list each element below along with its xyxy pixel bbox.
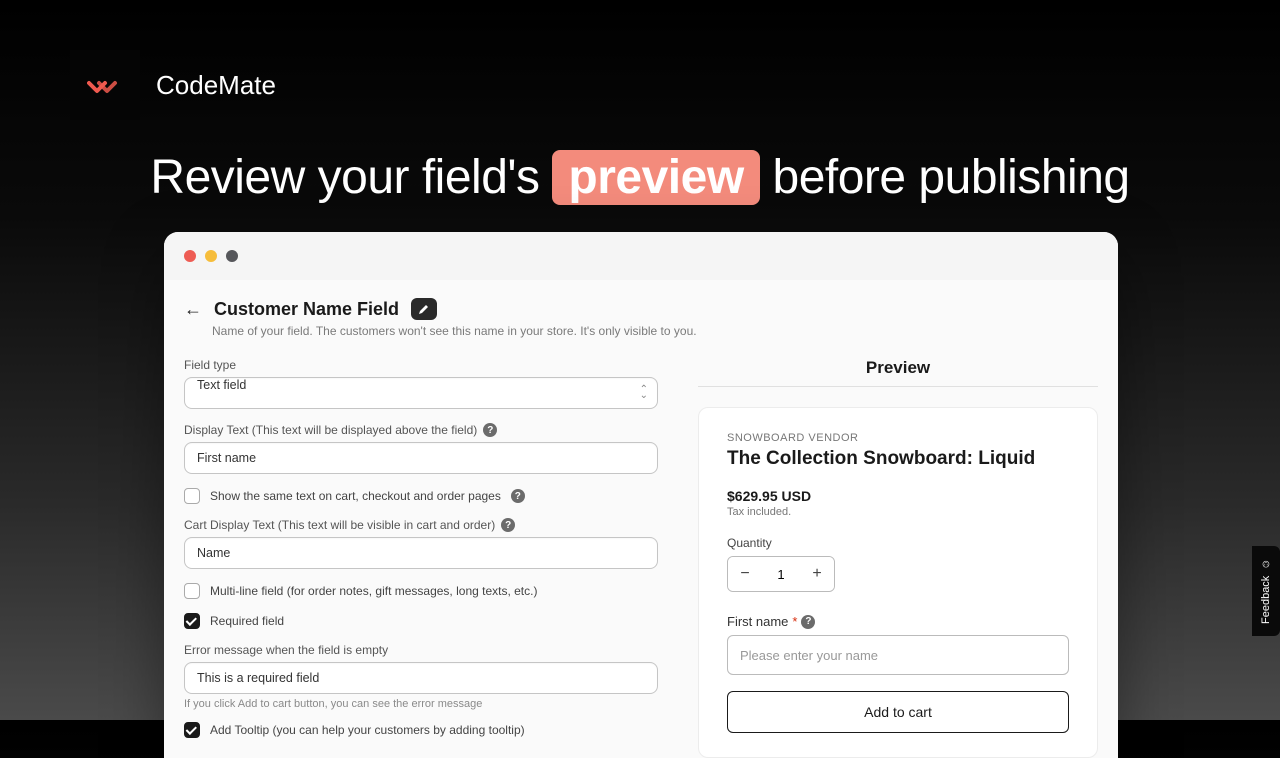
help-icon[interactable]: ? bbox=[801, 615, 815, 629]
window-minimize-dot[interactable] bbox=[205, 250, 217, 262]
same-text-checkbox-row[interactable]: Show the same text on cart, checkout and… bbox=[184, 488, 658, 504]
preview-heading: Preview bbox=[698, 358, 1098, 378]
window-titlebar bbox=[164, 232, 1118, 280]
page-title: Customer Name Field bbox=[214, 299, 399, 320]
preview-name-input[interactable] bbox=[727, 635, 1069, 675]
multiline-checkbox-row[interactable]: Multi-line field (for order notes, gift … bbox=[184, 583, 658, 599]
brand-logo bbox=[70, 50, 140, 120]
add-to-cart-button[interactable]: Add to cart bbox=[727, 691, 1069, 733]
product-price: $629.95 USD bbox=[727, 488, 1069, 504]
logo-icon bbox=[87, 73, 123, 97]
edit-title-button[interactable] bbox=[411, 298, 437, 320]
product-title: The Collection Snowboard: Liquid bbox=[727, 448, 1069, 470]
help-icon[interactable]: ? bbox=[501, 518, 515, 532]
checkbox-unchecked[interactable] bbox=[184, 583, 200, 599]
marketing-headline: Review your field's preview before publi… bbox=[0, 150, 1280, 205]
tax-note: Tax included. bbox=[727, 506, 1069, 518]
cart-display-label: Cart Display Text (This text will be vis… bbox=[184, 518, 658, 532]
help-icon[interactable]: ? bbox=[483, 423, 497, 437]
preview-field-label: First name* ? bbox=[727, 614, 1069, 629]
required-star: * bbox=[792, 614, 797, 629]
select-caret-icon: ⌃⌄ bbox=[640, 387, 648, 399]
display-text-label: Display Text (This text will be displaye… bbox=[184, 423, 658, 437]
checkbox-checked[interactable] bbox=[184, 722, 200, 738]
pencil-icon bbox=[418, 303, 430, 315]
cart-display-input[interactable] bbox=[184, 537, 658, 569]
window-zoom-dot[interactable] bbox=[226, 250, 238, 262]
display-text-input[interactable] bbox=[184, 442, 658, 474]
feedback-icon: ☺ bbox=[1260, 558, 1272, 570]
error-message-input[interactable] bbox=[184, 662, 658, 694]
help-icon[interactable]: ? bbox=[511, 489, 525, 503]
tooltip-checkbox-row[interactable]: Add Tooltip (you can help your customers… bbox=[184, 722, 658, 738]
checkbox-unchecked[interactable] bbox=[184, 488, 200, 504]
brand-name: CodeMate bbox=[156, 70, 276, 101]
quantity-stepper: − 1 + bbox=[727, 556, 835, 592]
field-type-select[interactable]: Text field bbox=[184, 377, 658, 409]
quantity-decrease-button[interactable]: − bbox=[728, 557, 762, 591]
window-close-dot[interactable] bbox=[184, 250, 196, 262]
checkbox-checked[interactable] bbox=[184, 613, 200, 629]
quantity-value: 1 bbox=[762, 557, 800, 591]
quantity-increase-button[interactable]: + bbox=[800, 557, 834, 591]
product-vendor: SNOWBOARD VENDOR bbox=[727, 432, 1069, 444]
preview-card: SNOWBOARD VENDOR The Collection Snowboar… bbox=[698, 407, 1098, 758]
error-helper-text: If you click Add to cart button, you can… bbox=[184, 698, 658, 710]
quantity-label: Quantity bbox=[727, 536, 1069, 550]
divider bbox=[698, 386, 1098, 387]
error-message-label: Error message when the field is empty bbox=[184, 643, 658, 657]
field-type-label: Field type bbox=[184, 358, 658, 372]
feedback-tab[interactable]: Feedback ☺ bbox=[1252, 546, 1280, 636]
required-checkbox-row[interactable]: Required field bbox=[184, 613, 658, 629]
back-button[interactable]: ← bbox=[184, 299, 202, 320]
page-subtitle: Name of your field. The customers won't … bbox=[212, 324, 1098, 338]
app-window: ← Customer Name Field Name of your field… bbox=[164, 232, 1118, 758]
